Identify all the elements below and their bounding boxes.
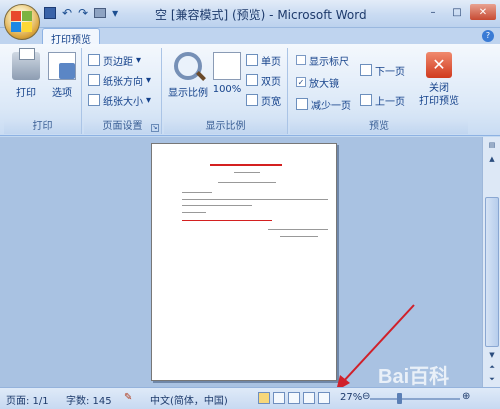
- baidu-watermark: Bai百科: [378, 366, 450, 388]
- proofing-icon[interactable]: ✎: [124, 392, 132, 403]
- window-title: 空 [兼容模式] (预览) - Microsoft Word: [155, 8, 367, 22]
- vertical-scrollbar[interactable]: ▤ ▲ ▼ ⏶ ⏷: [482, 137, 500, 387]
- one-page-icon: [246, 54, 258, 66]
- paper-size-button[interactable]: 纸张大小 ▾: [88, 92, 151, 108]
- scrollbar-thumb[interactable]: [485, 197, 499, 347]
- page-setup-group: 页边距 ▾ 纸张方向 ▾ 纸张大小 ▾ 页面设置 ↘: [84, 48, 162, 134]
- print-preview-quick-icon[interactable]: [94, 8, 107, 18]
- scroll-down-icon[interactable]: ▼: [485, 349, 499, 361]
- doc-sender-line: [268, 229, 328, 230]
- doc-date-line: [280, 236, 318, 237]
- web-layout-view-icon[interactable]: [288, 392, 300, 404]
- show-ruler-checkbox[interactable]: 显示标尺: [296, 52, 349, 68]
- doc-title-line: [210, 164, 282, 166]
- previous-page-button[interactable]: 上一页: [360, 92, 405, 108]
- title-bar: ↶ ↷ ▾ 空 [兼容模式] (预览) - Microsoft Word – □…: [0, 0, 500, 28]
- full-screen-reading-view-icon[interactable]: [273, 392, 285, 404]
- page-setup-launcher-icon[interactable]: ↘: [151, 124, 159, 132]
- window-controls: – □ ✕: [422, 4, 496, 20]
- preview-group-label: 预览: [290, 119, 468, 134]
- shrink-one-page-icon: [296, 98, 308, 110]
- zoom-slider[interactable]: [370, 398, 460, 400]
- close-preview-icon: ✕: [426, 52, 452, 78]
- customize-qat-icon[interactable]: ▾: [112, 6, 118, 20]
- magnifier-check-icon: ✓: [296, 77, 306, 87]
- page-width-button[interactable]: 页宽: [246, 92, 281, 108]
- zoom-group-label: 显示比例: [164, 119, 287, 134]
- doc-salutation-line: [182, 192, 212, 193]
- word-count[interactable]: 字数: 145: [66, 392, 112, 407]
- page-100-icon: [213, 52, 241, 80]
- preview-group: 显示标尺 ✓ 放大镜 减少一页 下一页 上一页 ✕ 关闭 打印预览 预览: [290, 48, 468, 134]
- zoom-magnifier-icon: [174, 52, 202, 80]
- previous-page-nav-icon[interactable]: ⏶: [485, 361, 499, 373]
- draft-view-icon[interactable]: [318, 392, 330, 404]
- page-width-icon: [246, 94, 258, 106]
- margins-icon: [88, 54, 100, 66]
- doc-body-line: [182, 212, 206, 213]
- magnifier-checkbox[interactable]: ✓ 放大镜: [296, 74, 339, 90]
- print-group-label: 打印: [4, 119, 81, 134]
- page-count[interactable]: 页面: 1/1: [6, 392, 49, 407]
- doc-body-line: [182, 205, 252, 206]
- maximize-button[interactable]: □: [446, 4, 468, 20]
- close-button[interactable]: ✕: [470, 4, 496, 20]
- office-logo-icon: [11, 11, 33, 33]
- zoom-100-button[interactable]: 100%: [212, 52, 242, 95]
- two-pages-button[interactable]: 双页: [246, 72, 281, 88]
- zoom-button[interactable]: 显示比例: [166, 52, 210, 99]
- office-button[interactable]: [4, 4, 40, 40]
- margins-button[interactable]: 页边距 ▾: [88, 52, 141, 68]
- language-indicator[interactable]: 中文(简体，中国): [150, 392, 228, 407]
- previous-page-icon: [360, 94, 372, 106]
- show-ruler-check-icon: [296, 55, 306, 65]
- next-page-nav-icon[interactable]: ⏷: [485, 373, 499, 385]
- ruler-toggle-icon[interactable]: ▤: [485, 139, 499, 151]
- next-page-button[interactable]: 下一页: [360, 62, 405, 78]
- paper-size-icon: [88, 94, 100, 106]
- tab-print-preview[interactable]: 打印预览: [42, 28, 100, 46]
- redo-icon[interactable]: ↷: [78, 6, 88, 20]
- zoom-out-icon[interactable]: ⊖: [362, 391, 370, 402]
- ribbon: 打印 选项 打印 页边距▾ 纸张方向▾ 纸张大小▾ 页面设置 ↘ 显示比例: [0, 44, 500, 136]
- next-page-icon: [360, 64, 372, 76]
- print-button[interactable]: 打印: [8, 48, 44, 99]
- orientation-icon: [88, 74, 100, 86]
- doc-subtitle-line: [234, 172, 260, 173]
- page-setup-group-label: 页面设置: [84, 119, 161, 134]
- two-pages-icon: [246, 74, 258, 86]
- print-layout-view-icon[interactable]: [258, 392, 270, 404]
- one-page-button[interactable]: 单页: [246, 52, 281, 68]
- quick-access-toolbar: ↶ ↷ ▾: [44, 6, 118, 20]
- scroll-up-icon[interactable]: ▲: [485, 153, 499, 165]
- outline-view-icon[interactable]: [303, 392, 315, 404]
- shrink-one-page-button[interactable]: 减少一页: [296, 96, 351, 112]
- zoom-group: 显示比例 100% 单页 双页 页宽 显示比例: [164, 48, 288, 134]
- ribbon-tab-strip: 打印预览 ?: [0, 28, 500, 46]
- print-group: 打印 选项 打印: [4, 48, 82, 134]
- orientation-button[interactable]: 纸张方向 ▾: [88, 72, 151, 88]
- options-icon: [48, 52, 76, 80]
- zoom-slider-knob[interactable]: [397, 393, 402, 404]
- close-print-preview-button[interactable]: ✕ 关闭 打印预览: [414, 52, 464, 108]
- zoom-in-icon[interactable]: ⊕: [462, 391, 470, 402]
- preview-page[interactable]: [151, 143, 337, 381]
- document-workspace: [0, 137, 482, 391]
- help-icon[interactable]: ?: [482, 30, 494, 42]
- zoom-level[interactable]: 27%: [340, 392, 362, 403]
- minimize-button[interactable]: –: [422, 4, 444, 20]
- save-icon[interactable]: [44, 7, 56, 19]
- doc-body-line: [182, 199, 328, 200]
- options-button[interactable]: 选项: [44, 52, 80, 99]
- doc-attachment-line: [182, 220, 272, 221]
- status-bar: 页面: 1/1 字数: 145 ✎ 中文(简体，中国) 27% ⊖ ⊕: [0, 387, 500, 409]
- doc-meta-line: [218, 182, 276, 183]
- printer-icon: [12, 48, 40, 80]
- undo-icon[interactable]: ↶: [62, 6, 72, 20]
